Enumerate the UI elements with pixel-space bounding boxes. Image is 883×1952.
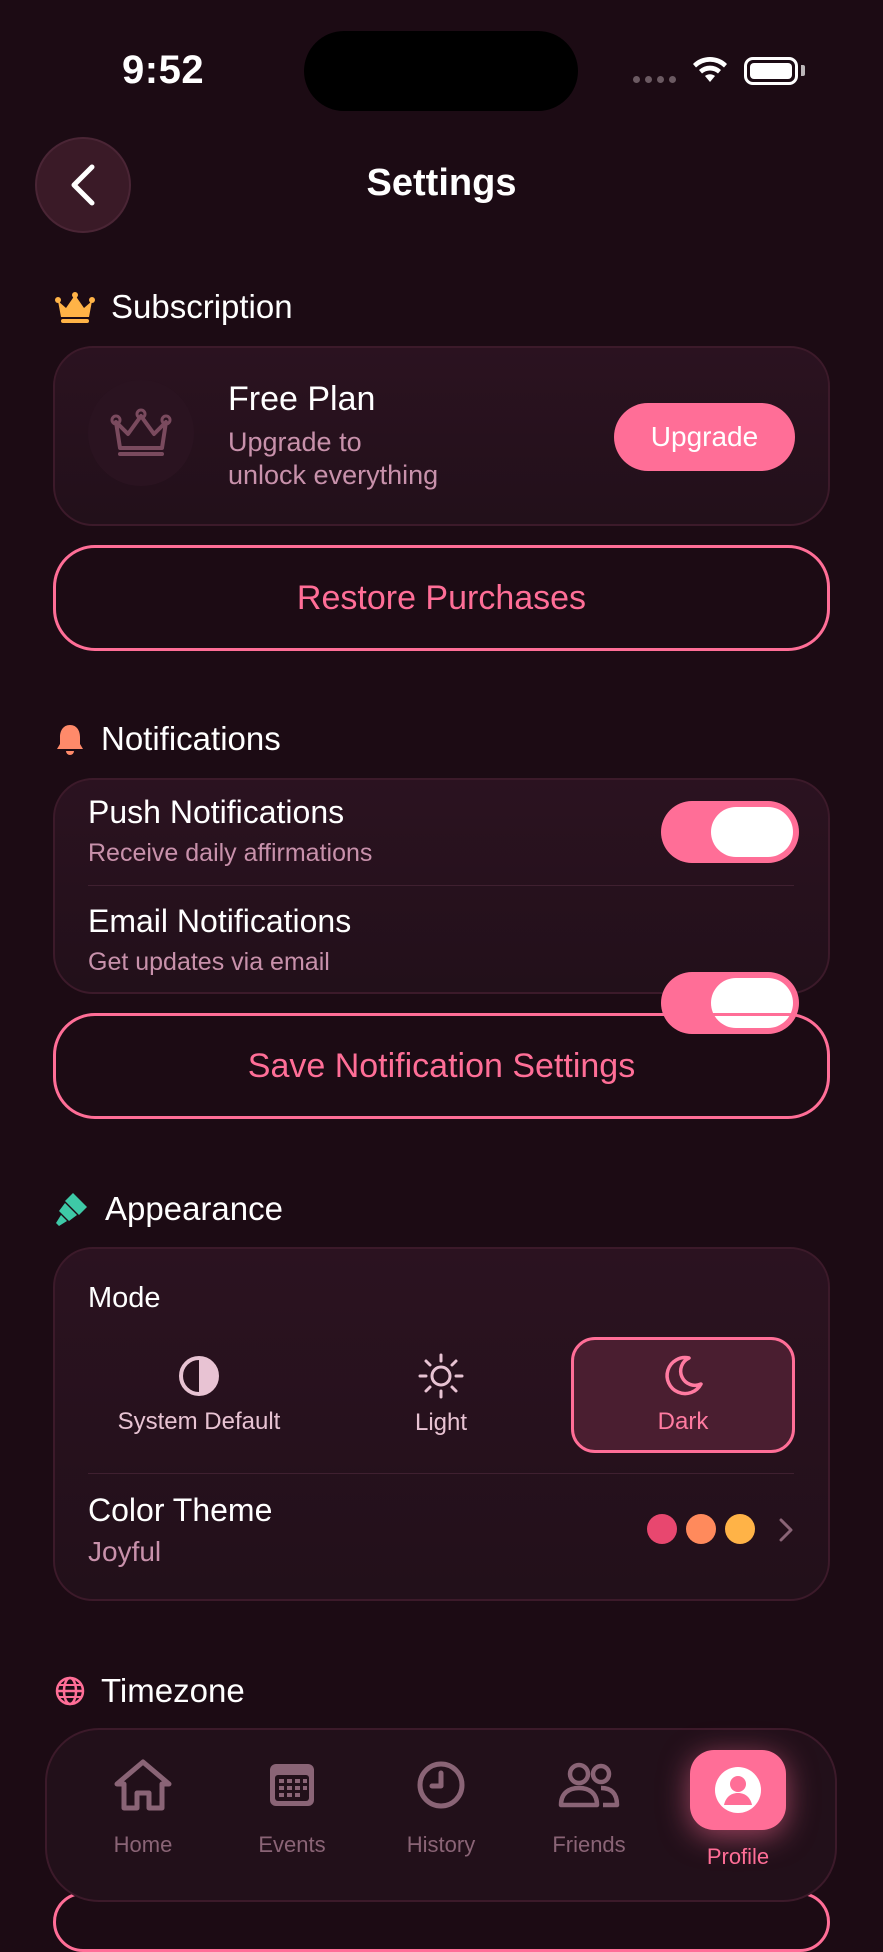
moon-icon — [665, 1355, 703, 1396]
home-icon — [114, 1759, 172, 1811]
mode-label: Mode — [88, 1282, 161, 1314]
restore-purchases-button[interactable]: Restore Purchases — [53, 545, 830, 651]
plan-subtitle: Upgrade to unlock everything — [228, 426, 488, 492]
plan-icon-badge — [88, 380, 194, 486]
mode-option-label: Dark — [657, 1408, 709, 1435]
tab-profile[interactable]: Profile — [678, 1750, 798, 1870]
color-swatch — [725, 1514, 755, 1544]
page-title: Settings — [366, 162, 517, 204]
user-icon — [715, 1767, 761, 1813]
upgrade-button[interactable]: Upgrade — [614, 403, 795, 471]
mode-option-dark[interactable]: Dark — [571, 1337, 795, 1453]
people-icon — [558, 1762, 620, 1808]
mode-option-light[interactable]: Light — [341, 1339, 541, 1451]
plan-subtitle-line2: unlock everything — [228, 460, 439, 490]
paintbrush-icon — [56, 1193, 87, 1226]
tab-home[interactable]: Home — [83, 1752, 203, 1858]
mode-option-label: Light — [414, 1409, 468, 1436]
color-theme-value: Joyful — [88, 1536, 162, 1567]
mode-option-system-default[interactable]: System Default — [99, 1339, 299, 1451]
mode-option-label: System Default — [117, 1408, 281, 1435]
tab-history[interactable]: History — [381, 1752, 501, 1858]
tab-label: Friends — [552, 1832, 626, 1857]
section-title: Notifications — [101, 720, 281, 757]
push-notifications-subtitle: Receive daily affirmations — [88, 839, 373, 867]
tab-label: Profile — [706, 1844, 770, 1869]
section-title: Appearance — [105, 1190, 283, 1227]
wifi-icon — [693, 56, 727, 82]
crown-icon — [55, 292, 95, 323]
color-swatch — [647, 1514, 677, 1544]
half-circle-icon — [179, 1356, 219, 1396]
globe-icon — [55, 1676, 85, 1706]
sun-icon — [418, 1353, 464, 1399]
calendar-icon — [270, 1764, 314, 1806]
section-notifications-heading: Notifications — [55, 720, 281, 758]
color-theme-title: Color Theme — [88, 1492, 273, 1528]
battery-tip — [801, 65, 805, 76]
email-notifications-title: Email Notifications — [88, 903, 352, 939]
bell-icon — [57, 725, 83, 755]
battery-icon — [744, 57, 798, 85]
tab-friends[interactable]: Friends — [529, 1752, 649, 1858]
clock-icon — [417, 1761, 465, 1809]
save-notification-settings-button[interactable]: Save Notification Settings — [53, 1013, 830, 1119]
section-title: Subscription — [111, 288, 293, 325]
chevron-right-icon — [779, 1518, 793, 1542]
dynamic-island — [304, 31, 578, 111]
section-title: Timezone — [101, 1672, 245, 1709]
push-notifications-toggle[interactable] — [661, 801, 799, 863]
divider — [88, 885, 794, 886]
color-swatch — [686, 1514, 716, 1544]
theme-color-swatches — [647, 1514, 755, 1544]
tab-label: History — [406, 1832, 476, 1857]
plan-title: Free Plan — [228, 380, 376, 418]
tab-events[interactable]: Events — [232, 1752, 352, 1858]
status-time: 9:52 — [122, 48, 205, 92]
tab-label: Home — [113, 1832, 173, 1857]
signal-icon — [633, 76, 676, 83]
section-appearance-heading: Appearance — [55, 1190, 283, 1228]
crown-outline-icon — [110, 408, 172, 456]
toggle-knob — [711, 807, 793, 857]
section-timezone-heading: Timezone — [55, 1672, 245, 1710]
plan-subtitle-line1: Upgrade to — [228, 427, 362, 457]
push-notifications-title: Push Notifications — [88, 794, 345, 830]
tab-label: Events — [258, 1832, 326, 1857]
email-notifications-subtitle: Get updates via email — [88, 948, 330, 976]
section-subscription-heading: Subscription — [55, 288, 293, 326]
